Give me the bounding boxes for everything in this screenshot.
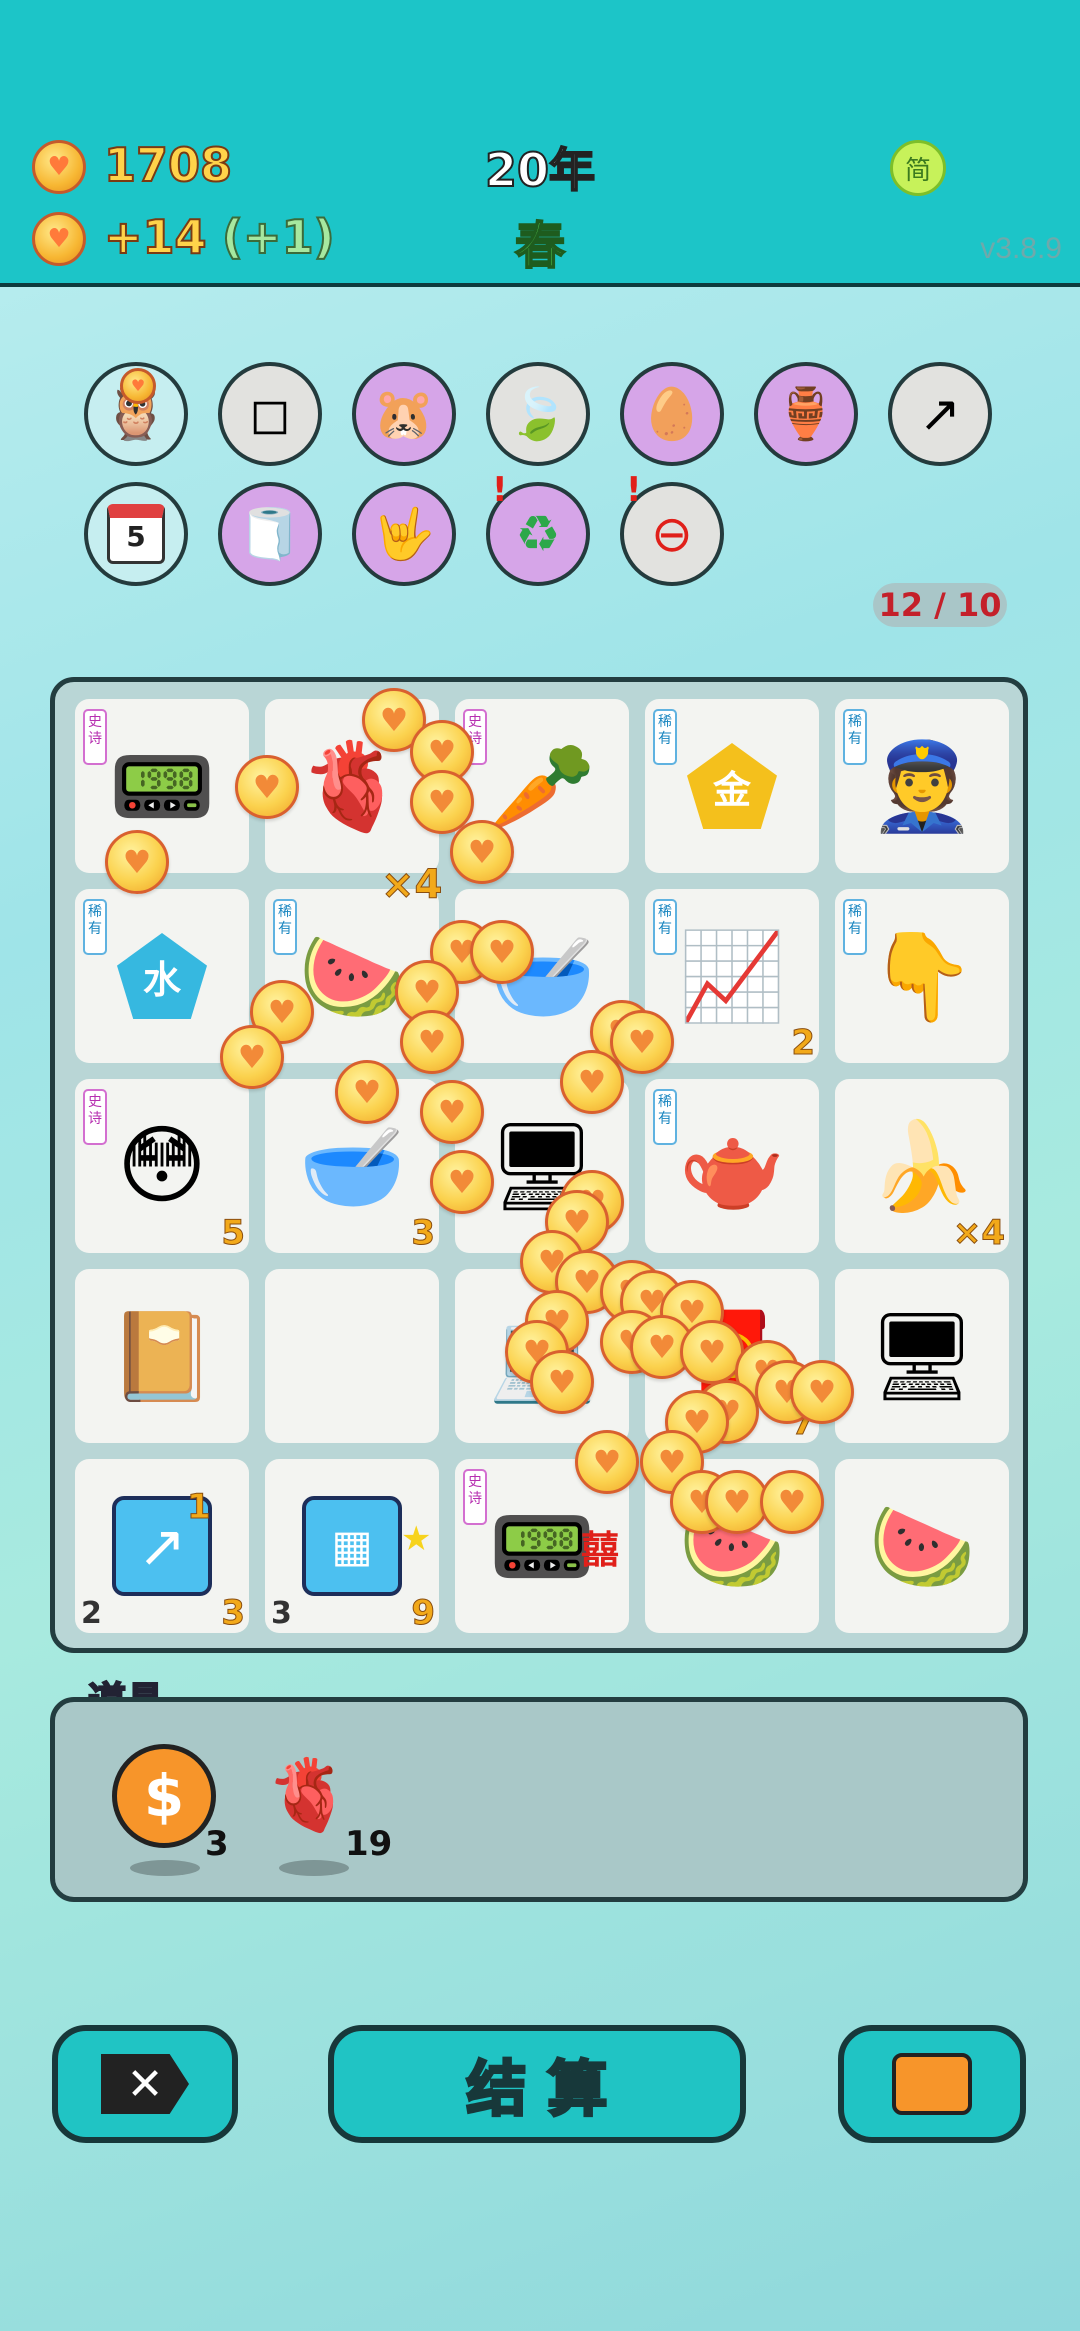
board-cell-banana[interactable]: 🍌 ×4	[835, 1079, 1009, 1254]
calendar-day: 5	[107, 504, 165, 564]
rare-tag: 稀有	[653, 1089, 677, 1145]
flying-coin-icon: ♥	[450, 820, 514, 884]
board-cell-pointing-hand[interactable]: 👇 稀有	[835, 889, 1009, 1063]
star-icon: ★	[401, 1519, 432, 1559]
board-cell-gold[interactable]: 金 稀有	[645, 699, 819, 873]
flying-coin-icon: ♥	[530, 1350, 594, 1414]
briefcase-icon	[892, 2053, 972, 2115]
close-icon: ✕	[101, 2054, 189, 2114]
book-icon: 📔	[108, 1306, 216, 1407]
watermelon-icon: 🍉	[868, 1496, 976, 1597]
board-cell-watermelon[interactable]: 🍉	[835, 1459, 1009, 1633]
rare-tag: 稀有	[653, 899, 677, 955]
board-cell-face[interactable]: 😳 史诗 5	[75, 1079, 249, 1254]
chart-card-extra: 1	[187, 1487, 212, 1528]
flying-coin-icon: ♥	[790, 1360, 854, 1424]
jar-icon[interactable]: 🏺	[754, 362, 858, 466]
top-bar: ♥ 1708 ♥ +14 (+1) 20年 春 简 v3.8.9	[0, 0, 1080, 287]
rare-tag: 稀有	[83, 899, 107, 955]
year-label: 20年	[484, 142, 596, 198]
rare-tag: 稀有	[653, 709, 677, 765]
dollar-coin-icon[interactable]: $	[112, 1744, 216, 1848]
board-cell-book[interactable]: 📔	[75, 1269, 249, 1443]
rare-tag: 稀有	[843, 709, 867, 765]
coin-icon: ♥	[32, 140, 86, 194]
calendar-icon[interactable]: 5	[84, 482, 188, 586]
cell-count: 2	[791, 1023, 816, 1064]
board-cell-desktop-pc[interactable]: 🖥	[835, 1269, 1009, 1443]
egg-icon[interactable]: 🥚	[620, 362, 724, 466]
multiplier-label: ×4	[380, 862, 443, 909]
props-panel: $ 3 🫀 19	[50, 1697, 1028, 1902]
recycle-warning-icon: !	[492, 470, 508, 510]
flying-coin-icon: ♥	[470, 920, 534, 984]
leaf-icon[interactable]: 🍃	[486, 362, 590, 466]
board-cell-police[interactable]: 👮 稀有	[835, 699, 1009, 873]
rock-hand-icon[interactable]: 🤟	[352, 482, 456, 586]
arrow-up-icon[interactable]: ↗	[888, 362, 992, 466]
desktop-pc-icon: 🖥	[867, 1306, 977, 1407]
double-happiness-label: 囍	[581, 1528, 620, 1572]
version-label: v3.8.9	[980, 232, 1062, 265]
prop-shadow	[130, 1860, 200, 1876]
flying-coin-icon: ♥	[235, 755, 299, 819]
slot-counter: 12 / 10	[873, 583, 1007, 627]
prop-shadow	[279, 1860, 349, 1876]
cell-left-count: 2	[81, 1596, 102, 1631]
flying-coin-icon: ♥	[430, 1150, 494, 1214]
board-cell-teapot[interactable]: 🫖 稀有	[645, 1079, 819, 1253]
flying-coin-icon: ♥	[575, 1430, 639, 1494]
flying-coin-icon: ♥	[335, 1060, 399, 1124]
cell-count: ×4	[952, 1213, 1005, 1254]
inventory-button[interactable]	[838, 2025, 1026, 2143]
close-button[interactable]: ✕	[52, 2025, 238, 2143]
cell-left-count: 3	[271, 1596, 292, 1631]
coin-income: +14	[103, 209, 208, 265]
cell-count: 9	[411, 1593, 436, 1634]
board-cell-empty[interactable]	[265, 1269, 439, 1443]
water-label: 水	[117, 933, 207, 1019]
cell-count: 3	[221, 1593, 246, 1634]
board-cell-gold-bars[interactable]: ▦ ★ 3 9	[265, 1459, 439, 1634]
prop-count: 3	[205, 1824, 229, 1864]
prop-count: 19	[345, 1824, 393, 1864]
cell-count: 5	[221, 1213, 246, 1254]
season-label: 春	[514, 216, 566, 276]
tissue-box-icon[interactable]: 🧻	[218, 482, 322, 586]
minus-warning-icon: !	[626, 470, 642, 510]
flying-coin-icon: ♥	[400, 1010, 464, 1074]
coin-bonus: (+1)	[221, 209, 336, 265]
flying-coin-icon: ♥	[105, 830, 169, 894]
coin-total: 1708	[103, 137, 233, 193]
sugar-cubes-icon[interactable]: ◻	[218, 362, 322, 466]
board: 📟 史诗 🫀 🥕 史诗 金 稀有 👮 稀有 水 稀有 🍉 稀有 🥣 📈 稀有 2…	[50, 677, 1028, 1653]
relic-coin-badge: ♥	[120, 368, 156, 404]
flying-coin-icon: ♥	[610, 1010, 674, 1074]
epic-tag: 史诗	[83, 1089, 107, 1145]
epic-tag: 史诗	[463, 1469, 487, 1525]
language-toggle-button[interactable]: 简	[890, 140, 946, 196]
rabbit-family-icon[interactable]: 🐹	[352, 362, 456, 466]
rare-tag: 稀有	[843, 899, 867, 955]
settle-label: 结 算	[465, 2053, 609, 2126]
flying-coin-icon: ♥	[220, 1025, 284, 1089]
cell-count: 3	[411, 1213, 436, 1254]
settle-button[interactable]: 结 算	[328, 2025, 746, 2143]
epic-tag: 史诗	[83, 709, 107, 765]
liver-icon[interactable]: 🫀	[265, 1754, 352, 1837]
gold-label: 金	[687, 743, 777, 829]
rare-tag: 稀有	[273, 899, 297, 955]
income-coin-icon: ♥	[32, 212, 86, 266]
flying-coin-icon: ♥	[420, 1080, 484, 1144]
board-cell-water[interactable]: 水 稀有	[75, 889, 249, 1063]
flying-coin-icon: ♥	[760, 1470, 824, 1534]
board-cell-chart-card[interactable]: ↗ 1 2 3	[75, 1459, 249, 1634]
